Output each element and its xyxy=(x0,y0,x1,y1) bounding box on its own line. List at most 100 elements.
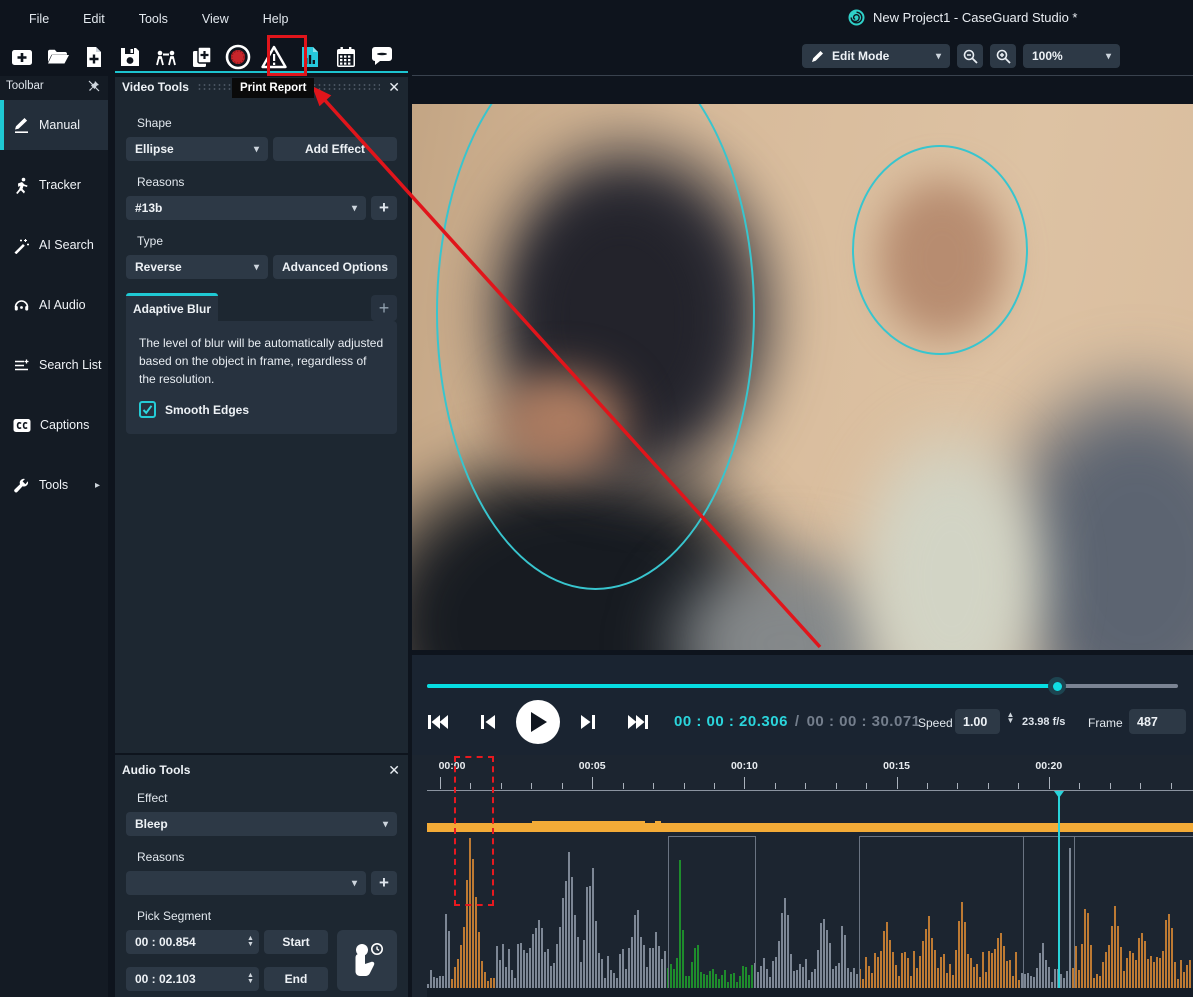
adaptive-blur-box: The level of blur will be automatically … xyxy=(126,321,397,434)
list-icon xyxy=(13,357,30,374)
menu-file[interactable]: File xyxy=(12,8,66,30)
segment-end-input[interactable]: 00 : 02.103 ▲▼ xyxy=(126,967,259,991)
segment-start-input[interactable]: 00 : 00.854 ▲▼ xyxy=(126,930,259,954)
cc-icon xyxy=(13,418,31,433)
prev-frame-icon xyxy=(481,714,495,730)
save-project-button[interactable] xyxy=(114,40,145,73)
video-frame[interactable] xyxy=(412,104,1193,650)
pick-segment-button[interactable] xyxy=(337,930,397,991)
speed-input[interactable]: 1.00 xyxy=(955,709,1000,734)
seek-handle[interactable] xyxy=(1048,677,1066,695)
sidebar-item-label: AI Audio xyxy=(39,298,86,312)
people-redaction-icon xyxy=(154,45,178,69)
smooth-edges-checkbox[interactable] xyxy=(139,401,156,418)
redaction-button[interactable] xyxy=(150,40,181,73)
effect-dropdown[interactable]: Bleep ▾ xyxy=(126,812,397,836)
panel-title: Audio Tools xyxy=(122,763,190,777)
pick-segment-label: Pick Segment xyxy=(137,909,397,923)
advanced-options-button[interactable]: Advanced Options xyxy=(273,255,397,279)
panel-accent-line xyxy=(115,71,408,73)
main-toolbar xyxy=(6,40,397,73)
skip-start-button[interactable] xyxy=(423,707,453,737)
sidebar-item-tracker[interactable]: Tracker xyxy=(0,170,108,200)
check-icon xyxy=(142,404,153,415)
tab-adaptive-blur[interactable]: Adaptive Blur xyxy=(126,293,218,321)
magic-wand-icon xyxy=(13,237,30,254)
comment-icon xyxy=(370,45,394,69)
add-reason-button[interactable]: + xyxy=(371,196,397,220)
sidebar-item-search-list[interactable]: Search List xyxy=(0,350,108,380)
redaction-ellipse-right[interactable] xyxy=(852,145,1028,355)
new-project-icon xyxy=(10,45,34,69)
reasons-value: #13b xyxy=(135,201,162,215)
scheduler-button[interactable] xyxy=(330,40,361,73)
close-icon[interactable]: ✕ xyxy=(388,763,400,777)
playhead-line[interactable] xyxy=(1058,792,1060,992)
timeline-ruler[interactable]: 00:0000:0500:1000:1500:20 xyxy=(427,755,1193,791)
print-report-tooltip: Print Report xyxy=(232,78,314,98)
open-project-button[interactable] xyxy=(42,40,73,73)
zoom-level-dropdown[interactable]: 100% ▾ xyxy=(1023,44,1120,68)
audio-reasons-label: Reasons xyxy=(137,850,397,864)
type-dropdown[interactable]: Reverse ▾ xyxy=(126,255,268,279)
next-frame-button[interactable] xyxy=(573,707,603,737)
record-button[interactable] xyxy=(222,40,253,73)
toolbar-dock: Toolbar Manual Tracker AI Search AI Audi… xyxy=(0,76,108,997)
zoom-in-button[interactable] xyxy=(990,44,1016,68)
audio-tools-header[interactable]: Audio Tools ✕ xyxy=(115,755,408,775)
hand-click-clock-icon xyxy=(349,942,385,980)
add-media-button[interactable] xyxy=(78,40,109,73)
calendar-icon xyxy=(334,45,358,69)
unpin-icon[interactable] xyxy=(88,80,100,92)
shape-label: Shape xyxy=(137,116,397,130)
seek-bar[interactable] xyxy=(427,684,1178,688)
reasons-dropdown[interactable]: #13b ▾ xyxy=(126,196,366,220)
play-button[interactable] xyxy=(516,700,560,744)
segment-start-button[interactable]: Start xyxy=(264,930,328,954)
skip-end-icon xyxy=(628,714,648,730)
speed-stepper[interactable]: ▲▼ xyxy=(1002,712,1019,724)
frame-label: Frame xyxy=(1088,716,1123,730)
audio-reasons-dropdown[interactable]: ▾ xyxy=(126,871,366,895)
audio-tools-panel: Audio Tools ✕ Effect Bleep ▾ Reasons ▾ +… xyxy=(115,755,408,997)
add-audio-reason-button[interactable]: + xyxy=(371,871,397,895)
shape-dropdown[interactable]: Ellipse ▾ xyxy=(126,137,268,161)
sidebar-item-ai-audio[interactable]: AI Audio xyxy=(0,290,108,320)
add-effect-button[interactable]: Add Effect xyxy=(273,137,397,161)
chevron-down-icon: ▾ xyxy=(936,51,941,62)
video-track-bar[interactable] xyxy=(427,823,1193,832)
wrench-icon xyxy=(13,477,30,494)
add-tab-button[interactable]: + xyxy=(371,295,397,321)
ruler-baseline xyxy=(427,790,1193,791)
sidebar-item-manual[interactable]: Manual xyxy=(0,100,108,150)
close-icon[interactable]: ✕ xyxy=(388,80,400,94)
mode-dropdown[interactable]: Edit Mode ▾ xyxy=(802,44,950,68)
waveform[interactable] xyxy=(427,836,1193,988)
duplicate-button[interactable] xyxy=(186,40,217,73)
skip-end-button[interactable] xyxy=(623,707,653,737)
menu-bar: File Edit Tools View Help xyxy=(12,8,305,30)
sidebar-item-ai-search[interactable]: AI Search xyxy=(0,230,108,260)
frame-input[interactable]: 487 xyxy=(1129,709,1186,734)
comments-button[interactable] xyxy=(366,40,397,73)
menu-help[interactable]: Help xyxy=(246,8,306,30)
new-project-button[interactable] xyxy=(6,40,37,73)
menu-view[interactable]: View xyxy=(185,8,246,30)
sidebar-item-label: Captions xyxy=(40,418,89,432)
reasons-label: Reasons xyxy=(137,175,397,189)
selected-segment-box[interactable] xyxy=(454,756,494,906)
window-title-area: New Project1 - CaseGuard Studio * xyxy=(848,9,1077,26)
sidebar-item-captions[interactable]: Captions xyxy=(0,410,108,440)
menu-tools[interactable]: Tools xyxy=(122,8,185,30)
segment-end-button[interactable]: End xyxy=(264,967,328,991)
menu-edit[interactable]: Edit xyxy=(66,8,122,30)
prev-frame-button[interactable] xyxy=(473,707,503,737)
start-stepper[interactable]: ▲▼ xyxy=(242,936,259,948)
runner-icon xyxy=(13,177,30,194)
zoom-out-button[interactable] xyxy=(957,44,983,68)
open-folder-icon xyxy=(46,45,70,69)
sidebar-item-tools[interactable]: Tools ▸ xyxy=(0,470,108,500)
record-icon xyxy=(225,44,251,70)
end-stepper[interactable]: ▲▼ xyxy=(242,973,259,985)
progress-fill xyxy=(427,684,1057,688)
